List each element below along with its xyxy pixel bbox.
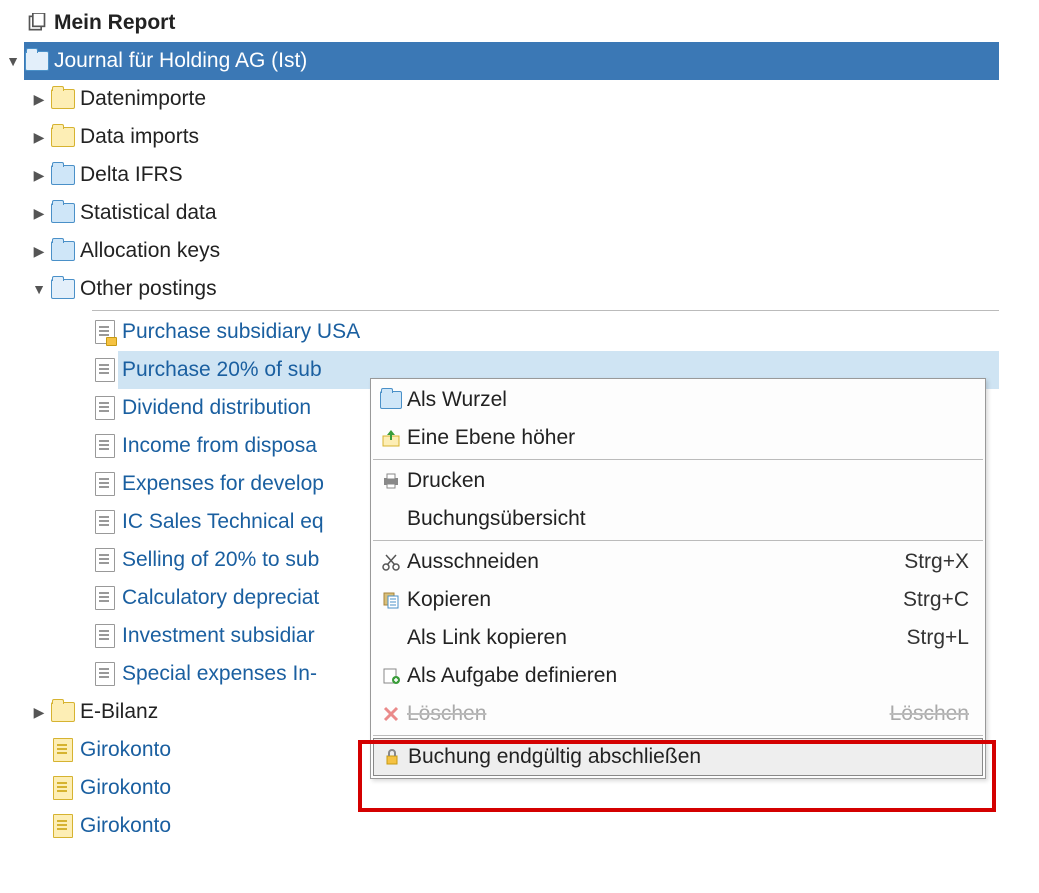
menu-shortcut: Löschen xyxy=(890,702,969,726)
document-lock-icon xyxy=(92,320,118,344)
menu-item-finalize-posting[interactable]: Buchung endgültig abschließen xyxy=(373,738,983,776)
menu-item-copy[interactable]: Kopieren Strg+C xyxy=(373,581,983,619)
chevron-right-icon[interactable]: ▶ xyxy=(28,704,50,721)
item-label: Purchase subsidiary USA xyxy=(118,320,360,344)
menu-label: Ausschneiden xyxy=(405,550,904,574)
folder-label: Allocation keys xyxy=(76,239,220,263)
document-icon xyxy=(92,434,118,458)
folder-label: Delta IFRS xyxy=(76,163,183,187)
chevron-right-icon[interactable]: ▶ xyxy=(28,205,50,222)
menu-label: Drucken xyxy=(405,469,969,493)
document-icon xyxy=(92,396,118,420)
menu-shortcut: Strg+X xyxy=(904,550,969,574)
lock-icon xyxy=(378,747,406,767)
folder-icon xyxy=(50,89,76,109)
chevron-down-icon[interactable]: ▼ xyxy=(28,281,50,297)
tree-title: Mein Report xyxy=(50,11,175,35)
document-icon xyxy=(92,586,118,610)
menu-item-define-task[interactable]: Als Aufgabe definieren xyxy=(373,657,983,695)
folder-icon xyxy=(50,127,76,147)
item-label: Special expenses In- xyxy=(118,662,317,686)
menu-label: Löschen xyxy=(405,702,890,726)
item-label: Dividend distribution xyxy=(118,396,311,420)
menu-separator xyxy=(373,540,983,541)
leaf-icon xyxy=(50,776,76,800)
item-label: Calculatory depreciat xyxy=(118,586,319,610)
menu-item-delete: Löschen Löschen xyxy=(373,695,983,733)
item-label: Income from disposa xyxy=(118,434,317,458)
item-label: Expenses for develop xyxy=(118,472,324,496)
folder-open-icon xyxy=(50,279,76,299)
tree-root[interactable]: ▼ Journal für Holding AG (Ist) xyxy=(0,42,1039,80)
item-label: Selling of 20% to sub xyxy=(118,548,319,572)
chevron-right-icon[interactable]: ▶ xyxy=(28,91,50,108)
folder-label: Other postings xyxy=(76,277,217,301)
document-icon xyxy=(92,662,118,686)
menu-label: Als Link kopieren xyxy=(405,626,907,650)
tree-root-label: Journal für Holding AG (Ist) xyxy=(50,49,307,73)
menu-label: Kopieren xyxy=(405,588,903,612)
document-icon xyxy=(92,472,118,496)
item-label: Girokonto xyxy=(76,738,171,762)
chevron-down-icon[interactable]: ▼ xyxy=(2,53,24,69)
document-icon xyxy=(92,548,118,572)
leaf-icon xyxy=(50,814,76,838)
folder-label: E-Bilanz xyxy=(76,700,158,724)
tree-item[interactable]: Purchase subsidiary USA xyxy=(0,313,1039,351)
context-menu: Als Wurzel Eine Ebene höher Drucken Buch… xyxy=(370,378,986,779)
menu-item-copy-link[interactable]: Als Link kopieren Strg+L xyxy=(373,619,983,657)
task-icon xyxy=(377,666,405,686)
item-label: Purchase 20% of sub xyxy=(118,358,322,382)
menu-separator xyxy=(373,735,983,736)
copy-icon xyxy=(377,590,405,610)
chevron-right-icon[interactable]: ▶ xyxy=(28,129,50,146)
menu-label: Buchungsübersicht xyxy=(405,507,969,531)
folder-icon xyxy=(50,702,76,722)
up-arrow-icon xyxy=(377,428,405,448)
tree-folder[interactable]: ▶ Datenimporte xyxy=(0,80,1039,118)
tree-folder[interactable]: ▶ Delta IFRS xyxy=(0,156,1039,194)
folder-open-icon xyxy=(24,51,50,71)
folder-icon xyxy=(50,241,76,261)
menu-label: Eine Ebene höher xyxy=(405,426,969,450)
folder-label: Data imports xyxy=(76,125,199,149)
chevron-right-icon[interactable]: ▶ xyxy=(28,167,50,184)
folder-icon xyxy=(50,165,76,185)
document-icon xyxy=(92,510,118,534)
tree-folder-open[interactable]: ▼ Other postings xyxy=(0,270,1039,308)
leaf-icon xyxy=(50,738,76,762)
item-label: IC Sales Technical eq xyxy=(118,510,324,534)
tree-folder[interactable]: ▶ Statistical data xyxy=(0,194,1039,232)
tree-folder[interactable]: ▶ Allocation keys xyxy=(0,232,1039,270)
chevron-right-icon[interactable]: ▶ xyxy=(28,243,50,260)
menu-separator xyxy=(373,459,983,460)
report-icon xyxy=(24,13,50,33)
folder-icon xyxy=(50,203,76,223)
menu-item-up[interactable]: Eine Ebene höher xyxy=(373,419,983,457)
scissors-icon xyxy=(377,552,405,572)
menu-label: Als Aufgabe definieren xyxy=(405,664,969,688)
tree-folder[interactable]: ▶ Data imports xyxy=(0,118,1039,156)
separator xyxy=(92,310,999,311)
menu-item-overview[interactable]: Buchungsübersicht xyxy=(373,500,983,538)
folder-icon xyxy=(377,391,405,409)
item-label: Girokonto xyxy=(76,776,171,800)
menu-shortcut: Strg+L xyxy=(907,626,969,650)
tree-item[interactable]: Girokonto xyxy=(0,807,1039,845)
document-icon xyxy=(92,358,118,382)
item-label: Girokonto xyxy=(76,814,171,838)
menu-shortcut: Strg+C xyxy=(903,588,969,612)
menu-item-root[interactable]: Als Wurzel xyxy=(373,381,983,419)
document-icon xyxy=(92,624,118,648)
menu-item-print[interactable]: Drucken xyxy=(373,462,983,500)
menu-item-cut[interactable]: Ausschneiden Strg+X xyxy=(373,543,983,581)
tree-header: Mein Report xyxy=(0,4,1039,42)
folder-label: Statistical data xyxy=(76,201,217,225)
item-label: Investment subsidiar xyxy=(118,624,315,648)
menu-label: Als Wurzel xyxy=(405,388,969,412)
menu-label: Buchung endgültig abschließen xyxy=(406,745,968,769)
folder-label: Datenimporte xyxy=(76,87,206,111)
delete-icon xyxy=(377,705,405,723)
printer-icon xyxy=(377,471,405,491)
